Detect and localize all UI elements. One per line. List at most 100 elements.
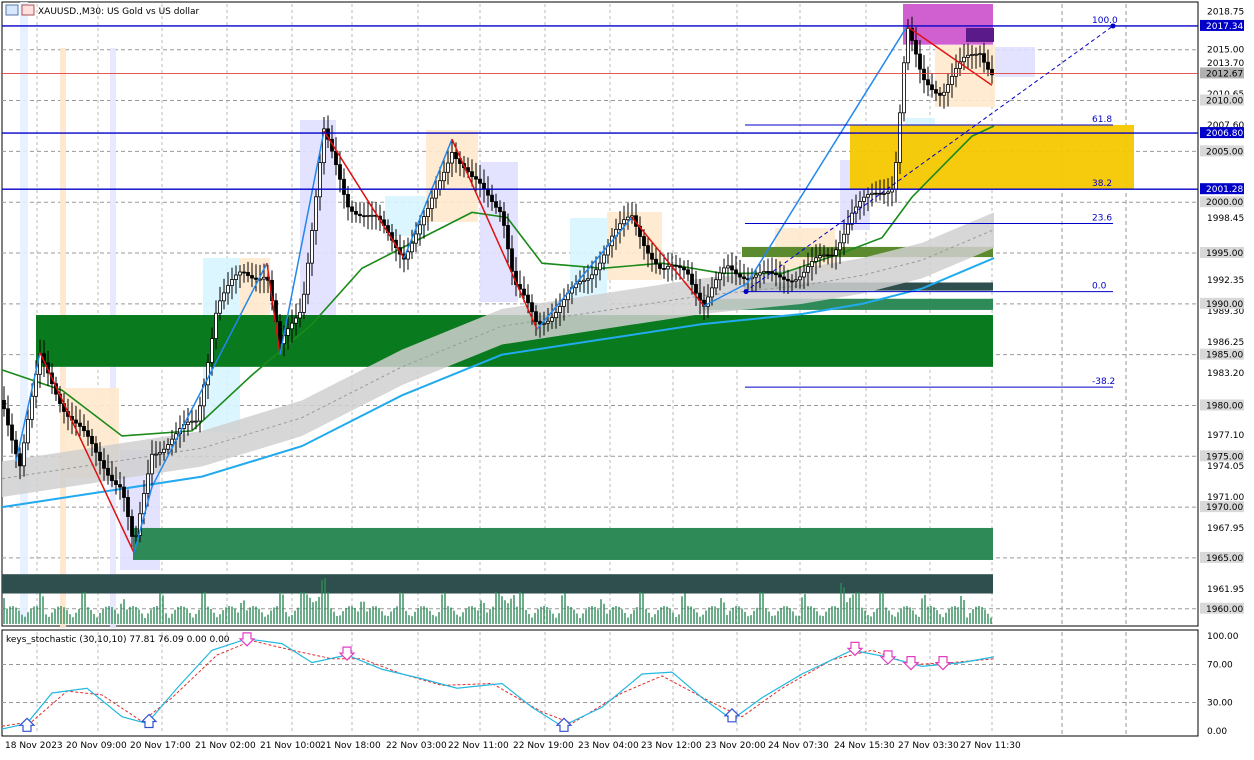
candle-body <box>586 278 590 281</box>
candle-body <box>246 272 250 276</box>
candle-body <box>10 424 14 441</box>
session-box <box>20 2 28 622</box>
candle-body <box>166 444 170 450</box>
candle-body <box>114 480 118 485</box>
candle-body <box>450 151 454 164</box>
candle-body <box>366 215 370 217</box>
candle-body <box>870 192 874 195</box>
x-tick-label: 23 Nov 20:00 <box>705 741 766 751</box>
candle-body <box>682 267 686 271</box>
stoch-arrow-up-icon <box>555 717 573 732</box>
price-label: 2001.28 <box>1206 185 1243 195</box>
candle-body <box>494 201 498 208</box>
candle-body <box>666 265 670 270</box>
candle-body <box>674 264 678 267</box>
candle-body <box>802 271 806 278</box>
candle-body <box>354 210 358 215</box>
fib-level-label: 38.2 <box>1092 179 1112 189</box>
price-label: 1985.00 <box>1206 351 1243 361</box>
candle-body <box>878 192 882 195</box>
candle-body <box>758 272 762 276</box>
candle-body <box>770 271 774 274</box>
candle-body <box>294 317 298 324</box>
candle-body <box>526 294 530 304</box>
candle-body <box>718 272 722 281</box>
x-tick-label: 22 Nov 19:00 <box>513 741 574 751</box>
candle-body <box>818 255 822 259</box>
stochastic <box>1 632 995 732</box>
candle-body <box>914 40 918 55</box>
candle-body <box>678 265 682 268</box>
candle-body <box>922 68 926 81</box>
candle-body <box>438 180 442 190</box>
candle-body <box>158 452 162 455</box>
candle-body <box>406 251 410 260</box>
candle-body <box>74 419 78 424</box>
candle-body <box>338 164 342 180</box>
candle-body <box>846 223 850 235</box>
chart-title: XAUUSD.,M30: US Gold vs US dollar <box>38 7 199 17</box>
candle-body <box>334 150 338 166</box>
candle-body <box>882 193 886 195</box>
chart-type-icon[interactable] <box>5 4 19 16</box>
candle-body <box>370 214 374 217</box>
candle-body <box>794 279 798 282</box>
fib-level-label: 0.0 <box>1092 282 1107 292</box>
candle-body <box>590 274 594 280</box>
candle-body <box>982 53 986 63</box>
candle-body <box>250 275 254 279</box>
candle-body <box>790 280 794 283</box>
candle-body <box>558 306 562 313</box>
candle-body <box>598 262 602 271</box>
candle-body <box>346 194 350 208</box>
y-tick-label: 1961.95 <box>1207 585 1244 595</box>
candle-body <box>862 196 866 202</box>
candle-body <box>150 453 154 475</box>
candle-body <box>814 257 818 262</box>
chart-window[interactable]: 100.0 61.8 38.2 23.6 0.0 -38.2 18 Nov 2023 20 … <box>0 0 1254 756</box>
candle-body <box>238 271 242 276</box>
candle-body <box>94 443 98 453</box>
candle-body <box>838 242 842 251</box>
candle-body <box>806 266 810 273</box>
candle-body <box>954 68 958 77</box>
candle-body <box>594 269 598 276</box>
candle-body <box>358 213 362 217</box>
candle-body <box>626 216 630 221</box>
candle-body <box>906 27 910 64</box>
zone-sea-green <box>133 527 993 560</box>
price-label: 2005.00 <box>1206 147 1243 157</box>
candle-body <box>834 249 838 256</box>
fib-level-label: -38.2 <box>1092 377 1115 387</box>
stoch-arrow-down-icon <box>879 650 897 665</box>
candle-body <box>222 292 226 302</box>
candle-body <box>278 321 282 345</box>
candle-body <box>106 467 110 476</box>
bars-icon[interactable] <box>21 4 35 16</box>
y-tick-label: 2015.00 <box>1207 46 1244 56</box>
candle-body <box>474 176 478 180</box>
candle-body <box>734 269 738 275</box>
fib-anchor[interactable] <box>1110 23 1116 29</box>
candle-body <box>362 215 366 218</box>
candle-body <box>298 311 302 319</box>
candle-body <box>650 252 654 260</box>
candle-body <box>786 278 790 282</box>
fib-anchor[interactable] <box>743 289 749 295</box>
candle-body <box>218 300 222 314</box>
candle-body <box>290 322 294 330</box>
candle-body <box>738 273 742 278</box>
y-tick-label: 2018.75 <box>1207 8 1244 18</box>
x-tick-label: 22 Nov 03:00 <box>386 741 447 751</box>
candle-body <box>30 395 34 420</box>
candle-body <box>522 288 526 296</box>
candle-body <box>26 419 30 444</box>
stoch-level-label: 30.00 <box>1207 699 1233 709</box>
candle-body <box>918 53 922 70</box>
candle-body <box>14 439 18 455</box>
price-label: 2012.67 <box>1206 69 1243 79</box>
candle-body <box>822 254 826 257</box>
candle-body <box>850 212 854 225</box>
candle-body <box>226 285 230 294</box>
chart-svg[interactable]: 100.061.838.223.60.0-38.2 18 Nov 2023 20 … <box>0 0 1254 756</box>
